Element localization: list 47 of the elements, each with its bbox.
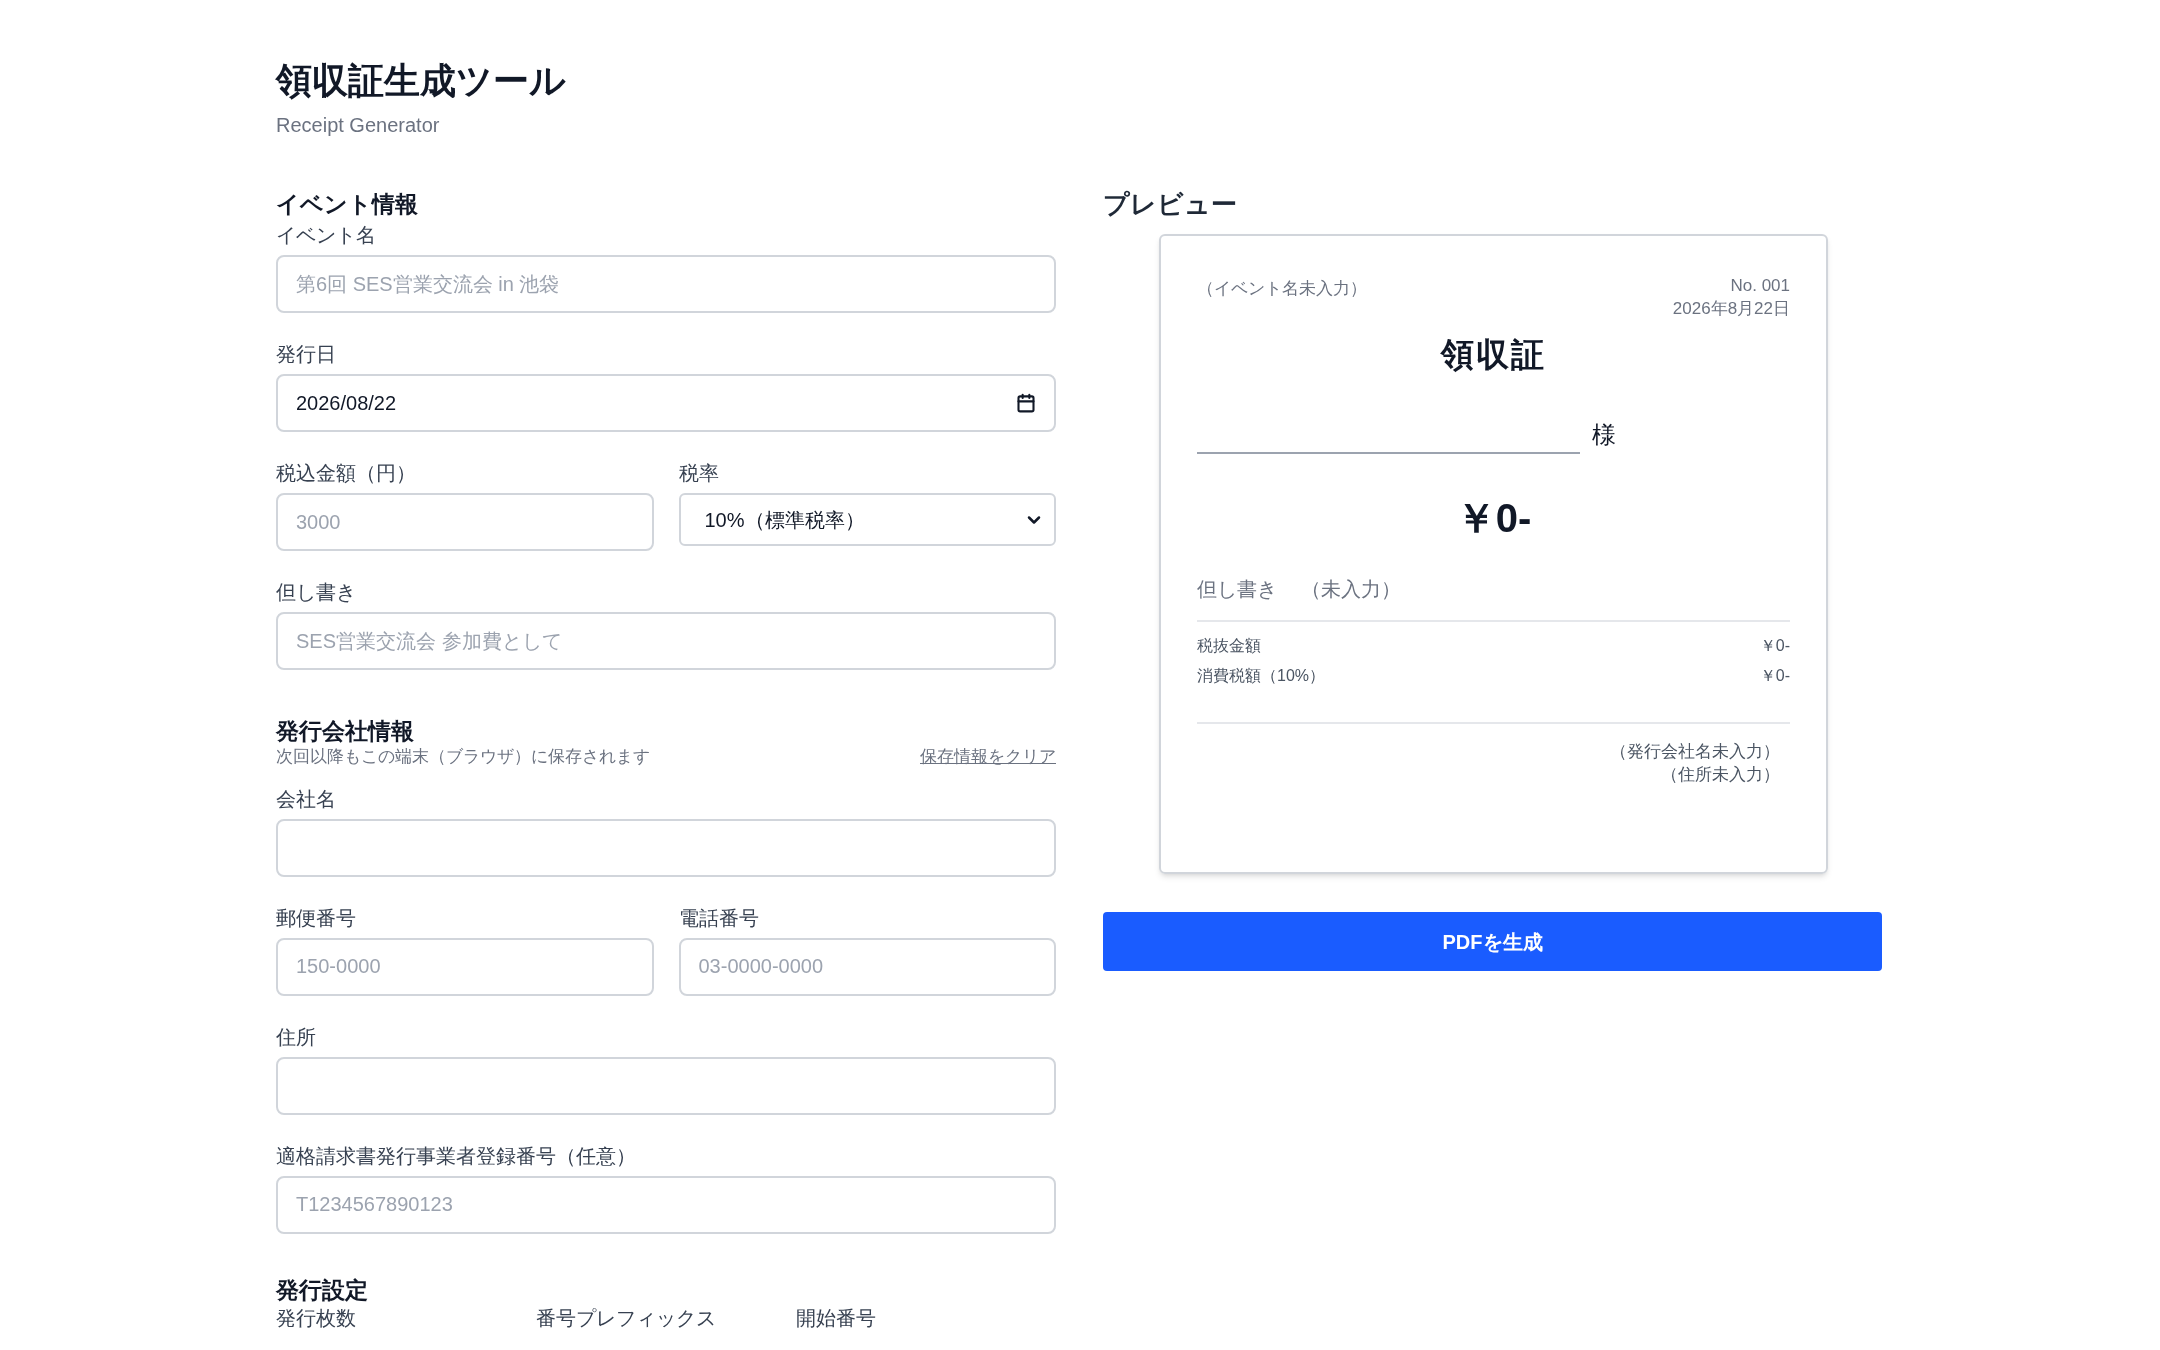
- field-label: 郵便番号: [276, 905, 357, 931]
- field-label: 適格請求書発行事業者登録番号（任意）: [276, 1143, 637, 1169]
- field-label: 会社名: [276, 786, 337, 812]
- memo-label: 但し書き: [1197, 576, 1277, 602]
- page-subtitle: Receipt Generator: [276, 113, 441, 138]
- tax-line-label: 消費税額（10%）: [1197, 665, 1326, 686]
- receipt-event-name: （イベント名未入力）: [1197, 278, 1367, 300]
- text-field[interactable]: 150-0000: [276, 937, 654, 996]
- section-heading: 発行会社情報: [276, 718, 415, 744]
- tax-line-value: ￥0-: [1759, 665, 1790, 686]
- field-label: 発行日: [276, 342, 337, 367]
- receipt-number: No. 001: [1730, 275, 1790, 297]
- field-label: 税率: [678, 461, 720, 486]
- field-label: 電話番号: [678, 905, 760, 931]
- issuer-text: （住所未入力）: [1661, 763, 1780, 786]
- date-field[interactable]: 2026/08/22: [276, 374, 1056, 432]
- field-label: 税込金額（円）: [276, 461, 417, 486]
- page-title: 領収証生成ツール: [276, 59, 567, 103]
- text-field[interactable]: 03-0000-0000: [678, 937, 1056, 996]
- field-label: 住所: [276, 1024, 317, 1050]
- tax-line-value: ￥0-: [1759, 635, 1790, 656]
- section-heading: 発行設定: [276, 1275, 369, 1304]
- text-field[interactable]: SES営業交流会 参加費として: [276, 612, 1056, 670]
- text-field[interactable]: 第6回 SES営業交流会 in 池袋: [276, 255, 1056, 313]
- clear-saved-link[interactable]: 保存情報をクリア: [920, 744, 1056, 770]
- text-field[interactable]: [276, 818, 1056, 877]
- field-label: 開始番号: [796, 1306, 876, 1329]
- field-label: 但し書き: [276, 580, 357, 605]
- text-field[interactable]: 3000: [276, 493, 654, 551]
- generate-pdf-button[interactable]: PDFを生成: [1103, 912, 1882, 971]
- honorific: 様: [1592, 419, 1616, 450]
- select-field[interactable]: 10%（標準税率）: [678, 493, 1056, 546]
- receipt-amount: ￥0-: [1455, 494, 1532, 542]
- receipt-date: 2026年8月22日: [1672, 298, 1790, 320]
- receipt-title: 領収証: [1441, 335, 1546, 375]
- preview-heading: プレビュー: [1103, 190, 1238, 218]
- issuer-text: （発行会社名未入力）: [1610, 740, 1780, 763]
- field-label: 発行枚数: [276, 1306, 356, 1329]
- text-field[interactable]: [276, 1056, 1056, 1115]
- calendar-icon[interactable]: [1016, 393, 1036, 413]
- section-heading: イベント情報: [276, 190, 419, 218]
- tax-line-label: 税抜金額: [1197, 635, 1261, 656]
- section-note: 次回以降もこの端末（ブラウザ）に保存されます: [276, 746, 650, 768]
- field-label: 番号プレフィックス: [536, 1306, 716, 1329]
- field-label: イベント名: [276, 223, 377, 248]
- text-field[interactable]: T1234567890123: [276, 1175, 1056, 1234]
- memo-value: （未入力）: [1301, 576, 1401, 602]
